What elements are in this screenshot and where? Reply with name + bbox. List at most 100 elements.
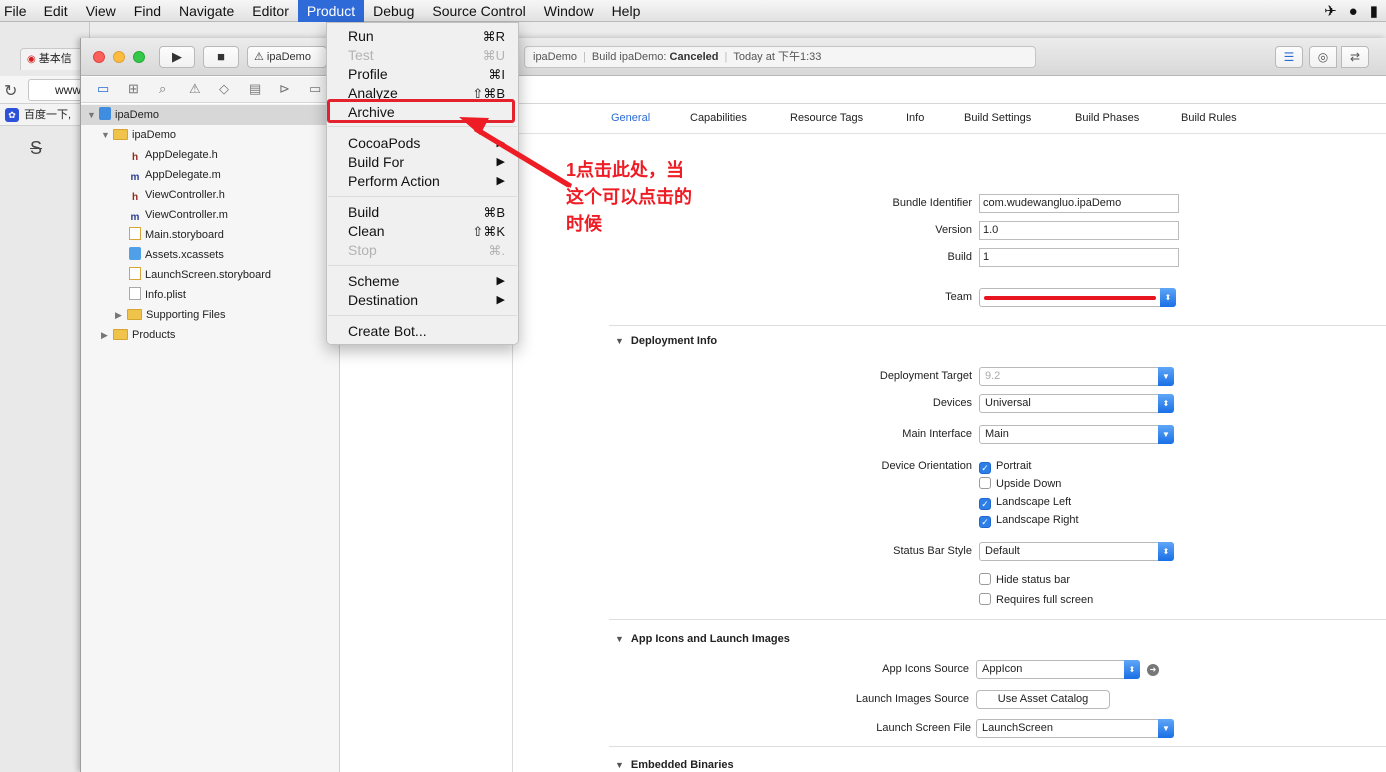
menu-file[interactable]: File [0, 0, 35, 22]
test-diamond-icon[interactable]: ◇ [219, 81, 229, 97]
hierarchy-icon[interactable]: ⊞ [128, 81, 139, 97]
devices-popup[interactable]: Universal ⬍ [979, 394, 1174, 413]
tab-build-rules[interactable]: Build Rules [1181, 112, 1237, 124]
launch-screen-file-combo[interactable]: LaunchScreen ▼ [976, 719, 1174, 738]
upside-down-checkbox[interactable]: Upside Down [979, 477, 1061, 491]
menu-debug[interactable]: Debug [364, 0, 423, 22]
menu-item-clean[interactable]: Clean ⇧⌘K [327, 222, 518, 241]
chevron-updown-icon: ⬍ [1124, 660, 1140, 679]
tree-file[interactable]: m AppDelegate.m [129, 165, 221, 185]
tree-file[interactable]: h ViewController.h [129, 185, 225, 205]
tab-build-settings[interactable]: Build Settings [964, 112, 1031, 124]
report-icon[interactable]: ▭ [309, 81, 321, 97]
submenu-arrow-icon: ▶ [496, 156, 505, 168]
menu-item-build-for[interactable]: Build For ▶ [327, 153, 518, 172]
hide-status-bar-checkbox[interactable]: Hide status bar [979, 573, 1070, 587]
team-popup[interactable]: ⬍ [979, 288, 1176, 307]
tab-build-phases[interactable]: Build Phases [1075, 112, 1139, 124]
menu-item-create-bot[interactable]: Create Bot... [327, 322, 518, 341]
tree-group[interactable]: ▼ ipaDemo [101, 125, 176, 145]
section-app-icons[interactable]: ▼ App Icons and Launch Images [615, 633, 790, 645]
run-button[interactable]: ▶ [159, 46, 195, 68]
menu-item-cocoapods[interactable]: CocoaPods ▶ [327, 134, 518, 153]
debug-icon[interactable]: ▤ [249, 81, 261, 97]
device-orientation-label: Device Orientation [881, 460, 973, 472]
background-browser-window: ◉ 基本信 ↻ www ✿ 百度一下, S [0, 22, 90, 772]
portrait-checkbox[interactable]: ✓ Portrait [979, 459, 1031, 474]
scheme-selector[interactable]: ⚠ ipaDemo [247, 46, 327, 68]
chevron-down-icon: ▼ [1158, 367, 1174, 386]
version-editor-button[interactable]: ⇄ [1341, 46, 1369, 68]
menu-window[interactable]: Window [535, 0, 603, 22]
battery-icon[interactable]: ▮ [1370, 2, 1378, 20]
stop-button[interactable]: ■ [203, 46, 239, 68]
arrows-icon: ⇄ [1349, 50, 1361, 64]
tree-file[interactable]: Assets.xcassets [129, 245, 224, 265]
bookmark-baidu[interactable]: 百度一下, [24, 109, 71, 121]
tree-file[interactable]: LaunchScreen.storyboard [129, 265, 271, 285]
tree-file[interactable]: m ViewController.m [129, 205, 228, 225]
window-zoom-button[interactable] [133, 51, 145, 63]
qq-penguin-icon[interactable]: ● [1349, 3, 1358, 20]
tab-capabilities[interactable]: Capabilities [690, 112, 747, 124]
tree-file[interactable]: Main.storyboard [129, 225, 224, 245]
storyboard-icon [129, 227, 141, 240]
deployment-target-combo[interactable]: 9.2 ▼ [979, 367, 1174, 386]
bundle-id-field[interactable]: com.wudewangluo.ipaDemo [979, 194, 1179, 213]
stop-icon: ■ [217, 49, 225, 64]
app-icons-source-popup[interactable]: AppIcon ⬍ [976, 660, 1140, 679]
reload-icon[interactable]: ↻ [4, 81, 17, 101]
menu-view[interactable]: View [77, 0, 125, 22]
tree-group[interactable]: ▶ Supporting Files [115, 305, 226, 325]
menu-help[interactable]: Help [603, 0, 650, 22]
requires-full-screen-checkbox[interactable]: Requires full screen [979, 593, 1093, 607]
menu-editor[interactable]: Editor [243, 0, 298, 22]
breakpoint-icon[interactable]: ⊳ [279, 81, 290, 97]
menu-item-destination[interactable]: Destination ▶ [327, 291, 518, 310]
bluetooth-icon[interactable]: ✈ [1324, 2, 1337, 20]
menu-item-profile[interactable]: Profile ⌘I [327, 65, 518, 84]
menu-product[interactable]: Product [297, 0, 365, 22]
standard-editor-button[interactable]: ☰ [1275, 46, 1303, 68]
warning-icon[interactable]: ⚠ [189, 81, 201, 97]
landscape-left-checkbox[interactable]: ✓ Landscape Left [979, 495, 1071, 510]
chevron-down-icon: ▼ [1158, 425, 1174, 444]
section-deployment-info[interactable]: ▼ Deployment Info [615, 335, 717, 347]
divider [609, 619, 1386, 620]
strikethrough-icon[interactable]: S [30, 138, 42, 159]
section-embedded-binaries[interactable]: ▼ Embedded Binaries [615, 759, 734, 771]
assistant-editor-button[interactable]: ◎ [1309, 46, 1337, 68]
tab-resource-tags[interactable]: Resource Tags [790, 112, 863, 124]
chevron-updown-icon: ⬍ [1158, 542, 1174, 561]
build-status: Canceled [669, 51, 719, 63]
status-bar-style-popup[interactable]: Default ⬍ [979, 542, 1174, 561]
devices-label: Devices [932, 397, 972, 409]
menu-bar: File Edit View Find Navigate Editor Prod… [0, 0, 1386, 22]
window-minimize-button[interactable] [113, 51, 125, 63]
tree-project[interactable]: ▼ ipaDemo [87, 105, 159, 125]
version-field[interactable]: 1.0 [979, 221, 1179, 240]
menu-item-perform-action[interactable]: Perform Action ▶ [327, 172, 518, 191]
go-arrow-icon[interactable]: ➜ [1147, 664, 1159, 676]
menu-item-scheme[interactable]: Scheme ▶ [327, 272, 518, 291]
window-close-button[interactable] [93, 51, 105, 63]
use-asset-catalog-button[interactable]: Use Asset Catalog [976, 690, 1110, 709]
menu-item-run[interactable]: Run ⌘R [327, 27, 518, 46]
tree-group[interactable]: ▶ Products [101, 325, 175, 345]
menu-item-build[interactable]: Build ⌘B [327, 203, 518, 222]
search-icon[interactable]: ⌕ [159, 81, 166, 97]
menu-edit[interactable]: Edit [35, 0, 77, 22]
landscape-right-checkbox[interactable]: ✓ Landscape Right [979, 513, 1079, 528]
menu-find[interactable]: Find [125, 0, 170, 22]
menu-source-control[interactable]: Source Control [423, 0, 534, 22]
tab-info[interactable]: Info [906, 112, 924, 124]
folder-icon[interactable]: ▭ [97, 81, 109, 97]
app-target-icon: ⚠ [254, 51, 267, 63]
tree-file[interactable]: Info.plist [129, 285, 186, 305]
main-interface-combo[interactable]: Main ▼ [979, 425, 1174, 444]
menu-navigate[interactable]: Navigate [170, 0, 243, 22]
tab-general[interactable]: General [611, 112, 650, 124]
tree-file[interactable]: h AppDelegate.h [129, 145, 218, 165]
build-field[interactable]: 1 [979, 248, 1179, 267]
browser-url-row: ↻ www [0, 76, 90, 104]
